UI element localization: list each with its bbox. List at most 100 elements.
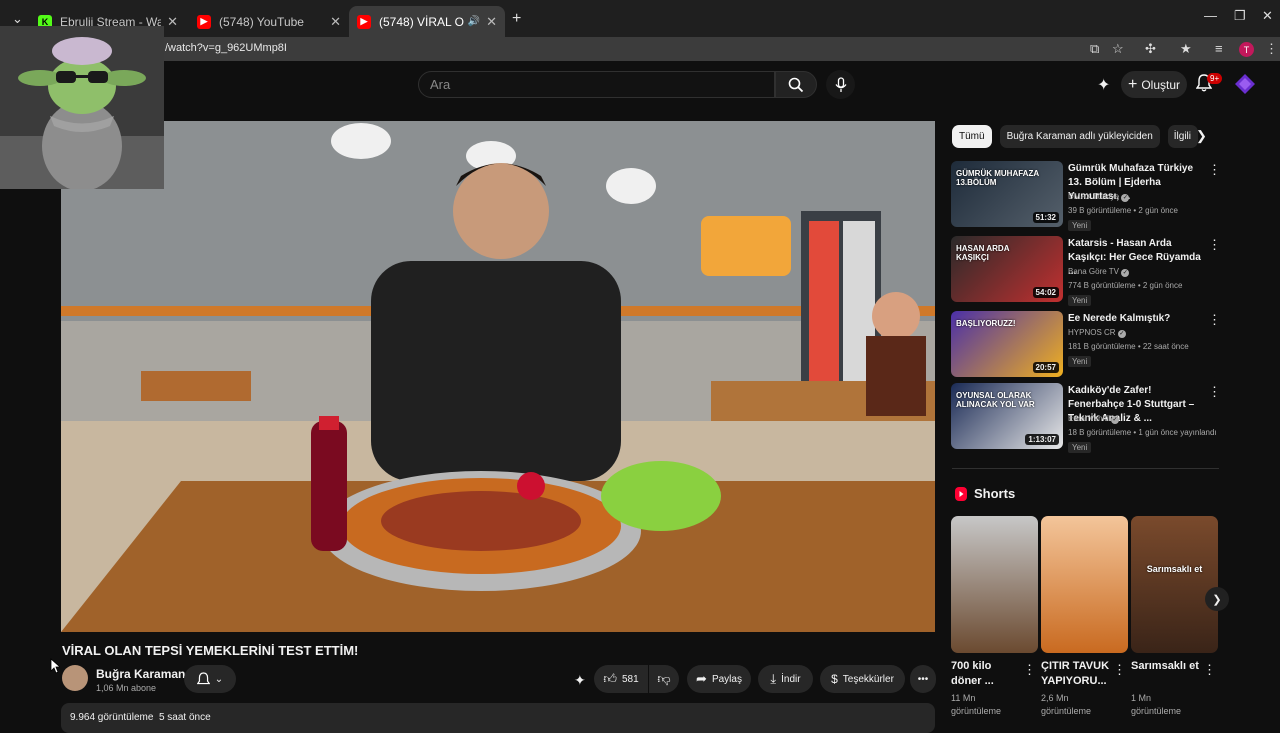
shorts-icon <box>955 486 967 501</box>
download-icon: ⤓ <box>770 671 777 686</box>
recommended-meta: 39 B görüntüleme • 2 gün önce <box>1068 206 1178 215</box>
extensions-icon[interactable]: ✣ <box>1145 41 1156 57</box>
short-title[interactable]: Sarımsaklı et <box>1131 659 1201 674</box>
short-title[interactable]: ÇITIR TAVUK YAPIYORU... <box>1041 659 1111 689</box>
more-dots-icon[interactable]: ⋮ <box>1208 237 1221 253</box>
short-thumbnail[interactable]: Sarımsaklı et <box>1131 516 1218 653</box>
subscriber-count: 1,06 Mn abone <box>96 683 157 693</box>
video-thumbnail[interactable]: BAŞLIYORUZZ! 20:57 <box>951 311 1063 377</box>
short-views: 2,6 Mn görüntüleme <box>1041 693 1092 716</box>
more-dots-icon[interactable]: ⋮ <box>1113 662 1126 678</box>
recommended-video[interactable]: HASAN ARDA KAŞIKÇI 54:02 Katarsis - Hasa… <box>951 236 1221 306</box>
recommended-video[interactable]: BAŞLIYORUZZ! 20:57 Ee Nerede Kalmıştık? … <box>951 311 1221 377</box>
search-button[interactable] <box>775 71 817 98</box>
speaker-icon[interactable]: 🔊 <box>468 16 480 27</box>
video-thumbnail[interactable]: GÜMRÜK MUHAFAZA 13.BÖLÜM 51:32 <box>951 161 1063 227</box>
more-dots-icon[interactable]: ⋮ <box>1203 662 1216 678</box>
bell-icon <box>196 671 210 684</box>
chip-all[interactable]: Tümü <box>952 125 992 148</box>
more-dots-icon[interactable]: ⋮ <box>1023 662 1036 678</box>
search-input[interactable]: Ara <box>418 71 775 98</box>
recommended-channel[interactable]: Erdal Vahid ✓ <box>1068 414 1119 424</box>
filter-chips: Tümü Buğra Karaman adlı yükleyiciden İlg… <box>952 125 1198 148</box>
minimize-icon[interactable]: — <box>1204 8 1217 23</box>
verified-icon: ✓ <box>1121 269 1130 277</box>
search-icon <box>788 77 804 92</box>
recommended-channel[interactable]: Bana Göre TV ✓ <box>1068 267 1130 277</box>
microphone-icon <box>834 76 847 92</box>
tab-youtube-video[interactable]: ▶ (5748) VİRAL OLAN TEPSİ Y 🔊 ✕ <box>349 6 505 37</box>
more-dots-icon[interactable]: ⋮ <box>1208 312 1221 328</box>
share-button[interactable]: ➦ Paylaş <box>687 665 751 693</box>
channel-name[interactable]: Buğra Karaman <box>96 667 185 681</box>
channel-avatar[interactable] <box>62 665 88 691</box>
account-avatar[interactable] <box>1234 73 1256 95</box>
create-button[interactable]: + Oluştur <box>1121 71 1187 98</box>
like-button[interactable]: 👍︎ 581 <box>594 665 648 693</box>
short-thumbnail[interactable] <box>1041 516 1128 653</box>
yoda-figure-image <box>0 26 164 189</box>
recommended-title[interactable]: Ee Nerede Kalmıştık? <box>1068 312 1204 326</box>
recommended-channel[interactable]: HYPNOS CR ✓ <box>1068 328 1126 338</box>
verified-icon: ✓ <box>1121 194 1130 202</box>
recommended-video[interactable]: GÜMRÜK MUHAFAZA 13.BÖLÜM 51:32 Gümrük Mu… <box>951 161 1221 231</box>
address-bar[interactable]: /watch?v=g_962UMmp8I ⧉ ☆ ✣ ★ ≡ ⋮ <box>0 37 1280 61</box>
menu-dots-icon[interactable]: ⋮ <box>1265 41 1278 57</box>
chip-related[interactable]: İlgili <box>1167 125 1198 148</box>
recommended-meta: 18 B görüntüleme • 1 gün önce yayınlandı <box>1068 428 1217 437</box>
video-title: VİRAL OLAN TEPSİ YEMEKLERİNİ TEST ETTİM! <box>62 643 359 658</box>
tab-search-icon[interactable]: ⌄ <box>12 11 23 27</box>
shorts-title: Shorts <box>974 486 1016 501</box>
more-dots-icon[interactable]: ⋮ <box>1208 384 1221 400</box>
url-text[interactable]: /watch?v=g_962UMmp8I <box>165 42 287 54</box>
video-player[interactable] <box>61 121 935 632</box>
profile-avatar[interactable]: T <box>1239 42 1254 57</box>
sparkle-icon[interactable]: ✦ <box>574 672 586 689</box>
close-icon[interactable]: ✕ <box>486 14 497 30</box>
media-control-icon[interactable]: ≡ <box>1215 41 1223 56</box>
recommended-video[interactable]: OYUNSAL OLARAK ALINACAK YOL VAR 1:13:07 … <box>951 383 1221 453</box>
voice-search-button[interactable] <box>826 70 855 99</box>
close-window-icon[interactable]: ✕ <box>1262 8 1273 24</box>
short-title[interactable]: 700 kilo döner ... <box>951 659 1021 689</box>
download-button[interactable]: ⤓ İndir <box>758 665 813 693</box>
chevron-right-icon[interactable]: ❯ <box>1196 128 1207 144</box>
views-and-date: 9.964 görüntüleme 5 saat önce <box>70 712 211 723</box>
short-thumbnail[interactable] <box>951 516 1038 653</box>
new-badge: Yeni <box>1068 295 1092 306</box>
more-dots-icon[interactable]: ⋮ <box>1208 162 1221 178</box>
new-badge: Yeni <box>1068 356 1092 367</box>
video-thumbnail[interactable]: OYUNSAL OLARAK ALINACAK YOL VAR 1:13:07 <box>951 383 1063 449</box>
channel-label: HYPNOS CR <box>1068 328 1116 337</box>
verified-icon: ✓ <box>1117 330 1126 338</box>
download-label: İndir <box>781 673 801 685</box>
subscribe-notifications-button[interactable]: ⌄ <box>184 665 236 693</box>
description-box[interactable]: 9.964 görüntüleme 5 saat önce <box>61 703 935 733</box>
share-arrow-icon: ➦ <box>696 671 707 686</box>
more-actions-button[interactable]: ••• <box>910 665 936 693</box>
video-duration: 20:57 <box>1032 362 1059 373</box>
close-icon[interactable]: ✕ <box>330 14 341 30</box>
tab-youtube-home[interactable]: ▶ (5748) YouTube ✕ <box>189 6 349 37</box>
new-tab-icon[interactable]: + <box>512 10 521 28</box>
bookmark-star-icon[interactable]: ☆ <box>1112 41 1124 57</box>
video-thumbnail[interactable]: HASAN ARDA KAŞIKÇI 54:02 <box>951 236 1063 302</box>
install-app-icon[interactable]: ⧉ <box>1090 41 1099 57</box>
sparkle-icon[interactable]: ✦ <box>1097 75 1110 95</box>
youtube-icon: ▶ <box>197 14 211 29</box>
close-icon[interactable]: ✕ <box>167 14 178 30</box>
shorts-next-button[interactable]: ❯ <box>1205 587 1229 611</box>
bookmarks-icon[interactable]: ★ <box>1180 41 1192 57</box>
recommended-channel[interactable]: DMAX Turkiye ✓ <box>1068 192 1130 202</box>
webcam-overlay <box>0 26 164 189</box>
video-duration: 54:02 <box>1032 287 1059 298</box>
new-badge: Yeni <box>1068 220 1092 231</box>
thanks-button[interactable]: $ Teşekkürler <box>820 665 905 693</box>
dislike-button[interactable]: 👎︎ <box>649 665 679 693</box>
create-label: Oluştur <box>1141 77 1181 92</box>
video-duration: 51:32 <box>1032 212 1059 223</box>
restore-icon[interactable]: ❐ <box>1234 8 1246 24</box>
youtube-icon: ▶ <box>357 14 371 29</box>
verified-icon: ✓ <box>1111 416 1119 424</box>
chip-from-uploader[interactable]: Buğra Karaman adlı yükleyiciden <box>999 125 1160 148</box>
